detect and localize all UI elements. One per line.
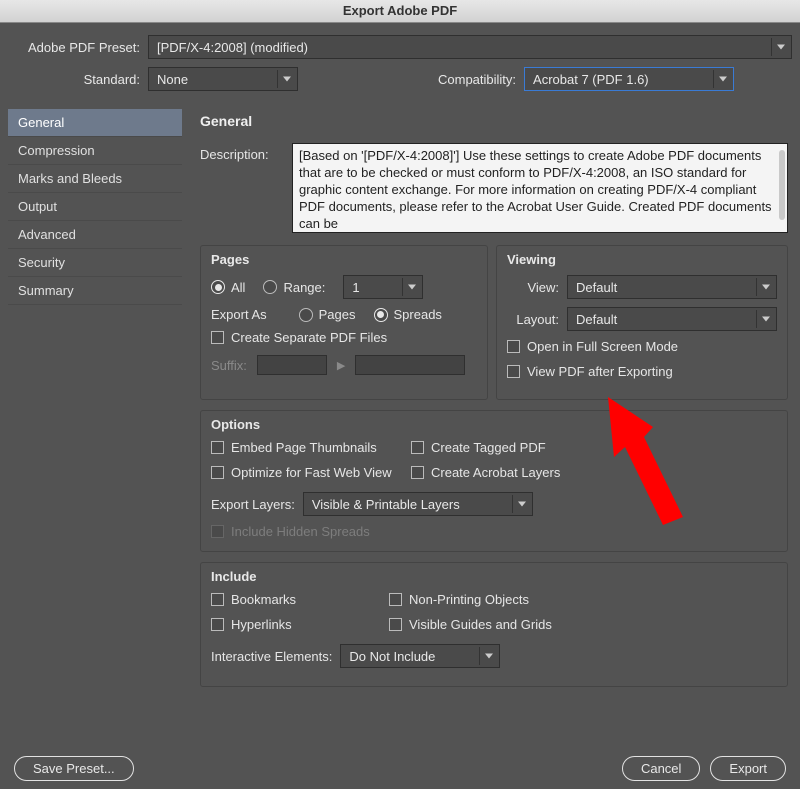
checkbox-icon [211, 618, 224, 631]
interactive-elements-select[interactable]: Do Not Include [340, 644, 500, 668]
options-title: Options [211, 417, 777, 432]
radio-icon [374, 308, 388, 322]
layout-select[interactable]: Default [567, 307, 777, 331]
checkbox-icon [211, 331, 224, 344]
pages-group: Pages All Range: 1 Export As Pages Sprea… [200, 245, 488, 400]
radio-icon [211, 280, 225, 294]
include-group: Include Bookmarks Hyperlinks Non-Printin… [200, 562, 788, 687]
window-title: Export Adobe PDF [0, 0, 800, 23]
checkbox-icon [389, 593, 402, 606]
checkbox-fullscreen[interactable]: Open in Full Screen Mode [507, 339, 678, 354]
chevron-right-icon: ▶ [337, 359, 345, 372]
checkbox-acrobat-layers[interactable]: Create Acrobat Layers [411, 465, 777, 480]
export-layers-select[interactable]: Visible & Printable Layers [303, 492, 533, 516]
scrollbar[interactable] [779, 150, 785, 220]
export-button[interactable]: Export [710, 756, 786, 781]
include-title: Include [211, 569, 777, 584]
checkbox-icon [411, 441, 424, 454]
checkbox-view-after-export[interactable]: View PDF after Exporting [507, 364, 673, 379]
radio-icon [263, 280, 277, 294]
compat-value: Acrobat 7 (PDF 1.6) [533, 72, 649, 87]
layout-label: Layout: [507, 312, 559, 327]
pages-title: Pages [211, 252, 477, 267]
checkbox-icon [507, 340, 520, 353]
sidebar-item-label: Marks and Bleeds [18, 171, 122, 186]
checkbox-tagged-pdf[interactable]: Create Tagged PDF [411, 440, 777, 455]
checkbox-include-hidden-spreads: Include Hidden Spreads [211, 524, 370, 539]
viewing-title: Viewing [507, 252, 777, 267]
radio-all[interactable]: All [211, 280, 245, 295]
checkbox-non-printing-objects[interactable]: Non-Printing Objects [389, 592, 777, 607]
sidebar-item-summary[interactable]: Summary [8, 277, 182, 305]
view-select[interactable]: Default [567, 275, 777, 299]
sidebar-item-marks-and-bleeds[interactable]: Marks and Bleeds [8, 165, 182, 193]
sidebar-item-advanced[interactable]: Advanced [8, 221, 182, 249]
checkbox-hyperlinks[interactable]: Hyperlinks [211, 617, 389, 632]
viewing-group: Viewing View: Default Layout: Default Op… [496, 245, 788, 400]
standard-value: None [157, 72, 188, 87]
options-group: Options Embed Page Thumbnails Optimize f… [200, 410, 788, 552]
sidebar-item-label: Compression [18, 143, 95, 158]
radio-spreads[interactable]: Spreads [374, 307, 442, 322]
save-preset-button[interactable]: Save Preset... [14, 756, 134, 781]
suffix-input-left[interactable] [257, 355, 327, 375]
compat-label: Compatibility: [438, 72, 524, 87]
sidebar-item-label: Summary [18, 283, 74, 298]
checkbox-icon [507, 365, 520, 378]
sidebar-item-output[interactable]: Output [8, 193, 182, 221]
top-settings: Adobe PDF Preset: [PDF/X-4:2008] (modifi… [0, 23, 800, 91]
export-as-label: Export As [211, 307, 267, 322]
description-label: Description: [200, 143, 292, 233]
checkbox-embed-thumbnails[interactable]: Embed Page Thumbnails [211, 440, 411, 455]
sidebar-item-label: Advanced [18, 227, 76, 242]
export-layers-label: Export Layers: [211, 497, 295, 512]
checkbox-icon [211, 525, 224, 538]
interactive-elements-label: Interactive Elements: [211, 649, 332, 664]
sidebar-item-label: General [18, 115, 64, 130]
cancel-button[interactable]: Cancel [622, 756, 700, 781]
sidebar-item-security[interactable]: Security [8, 249, 182, 277]
checkbox-icon [211, 593, 224, 606]
checkbox-visible-guides-grids[interactable]: Visible Guides and Grids [389, 617, 777, 632]
radio-range[interactable]: Range: [263, 280, 325, 295]
panel-title: General [200, 113, 788, 129]
sidebar-item-compression[interactable]: Compression [8, 137, 182, 165]
preset-select[interactable]: [PDF/X-4:2008] (modified) [148, 35, 792, 59]
suffix-input-right[interactable] [355, 355, 465, 375]
checkbox-bookmarks[interactable]: Bookmarks [211, 592, 389, 607]
view-label: View: [507, 280, 559, 295]
checkbox-icon [211, 466, 224, 479]
standard-label: Standard: [8, 72, 148, 87]
sidebar-item-label: Output [18, 199, 57, 214]
range-select[interactable]: 1 [343, 275, 423, 299]
checkbox-separate-pdf[interactable]: Create Separate PDF Files [211, 330, 387, 345]
radio-icon [299, 308, 313, 322]
suffix-label: Suffix: [211, 358, 247, 373]
footer: Save Preset... Cancel Export [0, 756, 800, 781]
checkbox-icon [389, 618, 402, 631]
compat-select[interactable]: Acrobat 7 (PDF 1.6) [524, 67, 734, 91]
checkbox-icon [411, 466, 424, 479]
radio-pages[interactable]: Pages [299, 307, 356, 322]
sidebar-item-label: Security [18, 255, 65, 270]
preset-label: Adobe PDF Preset: [8, 40, 148, 55]
description-textarea[interactable]: [Based on '[PDF/X-4:2008]'] Use these se… [292, 143, 788, 233]
sidebar: General Compression Marks and Bleeds Out… [8, 109, 182, 724]
standard-select[interactable]: None [148, 67, 298, 91]
checkbox-fast-web-view[interactable]: Optimize for Fast Web View [211, 465, 411, 480]
checkbox-icon [211, 441, 224, 454]
sidebar-item-general[interactable]: General [8, 109, 182, 137]
preset-value: [PDF/X-4:2008] (modified) [157, 40, 308, 55]
description-text: [Based on '[PDF/X-4:2008]'] Use these se… [299, 148, 772, 231]
general-panel: General Description: [Based on '[PDF/X-4… [188, 109, 792, 724]
